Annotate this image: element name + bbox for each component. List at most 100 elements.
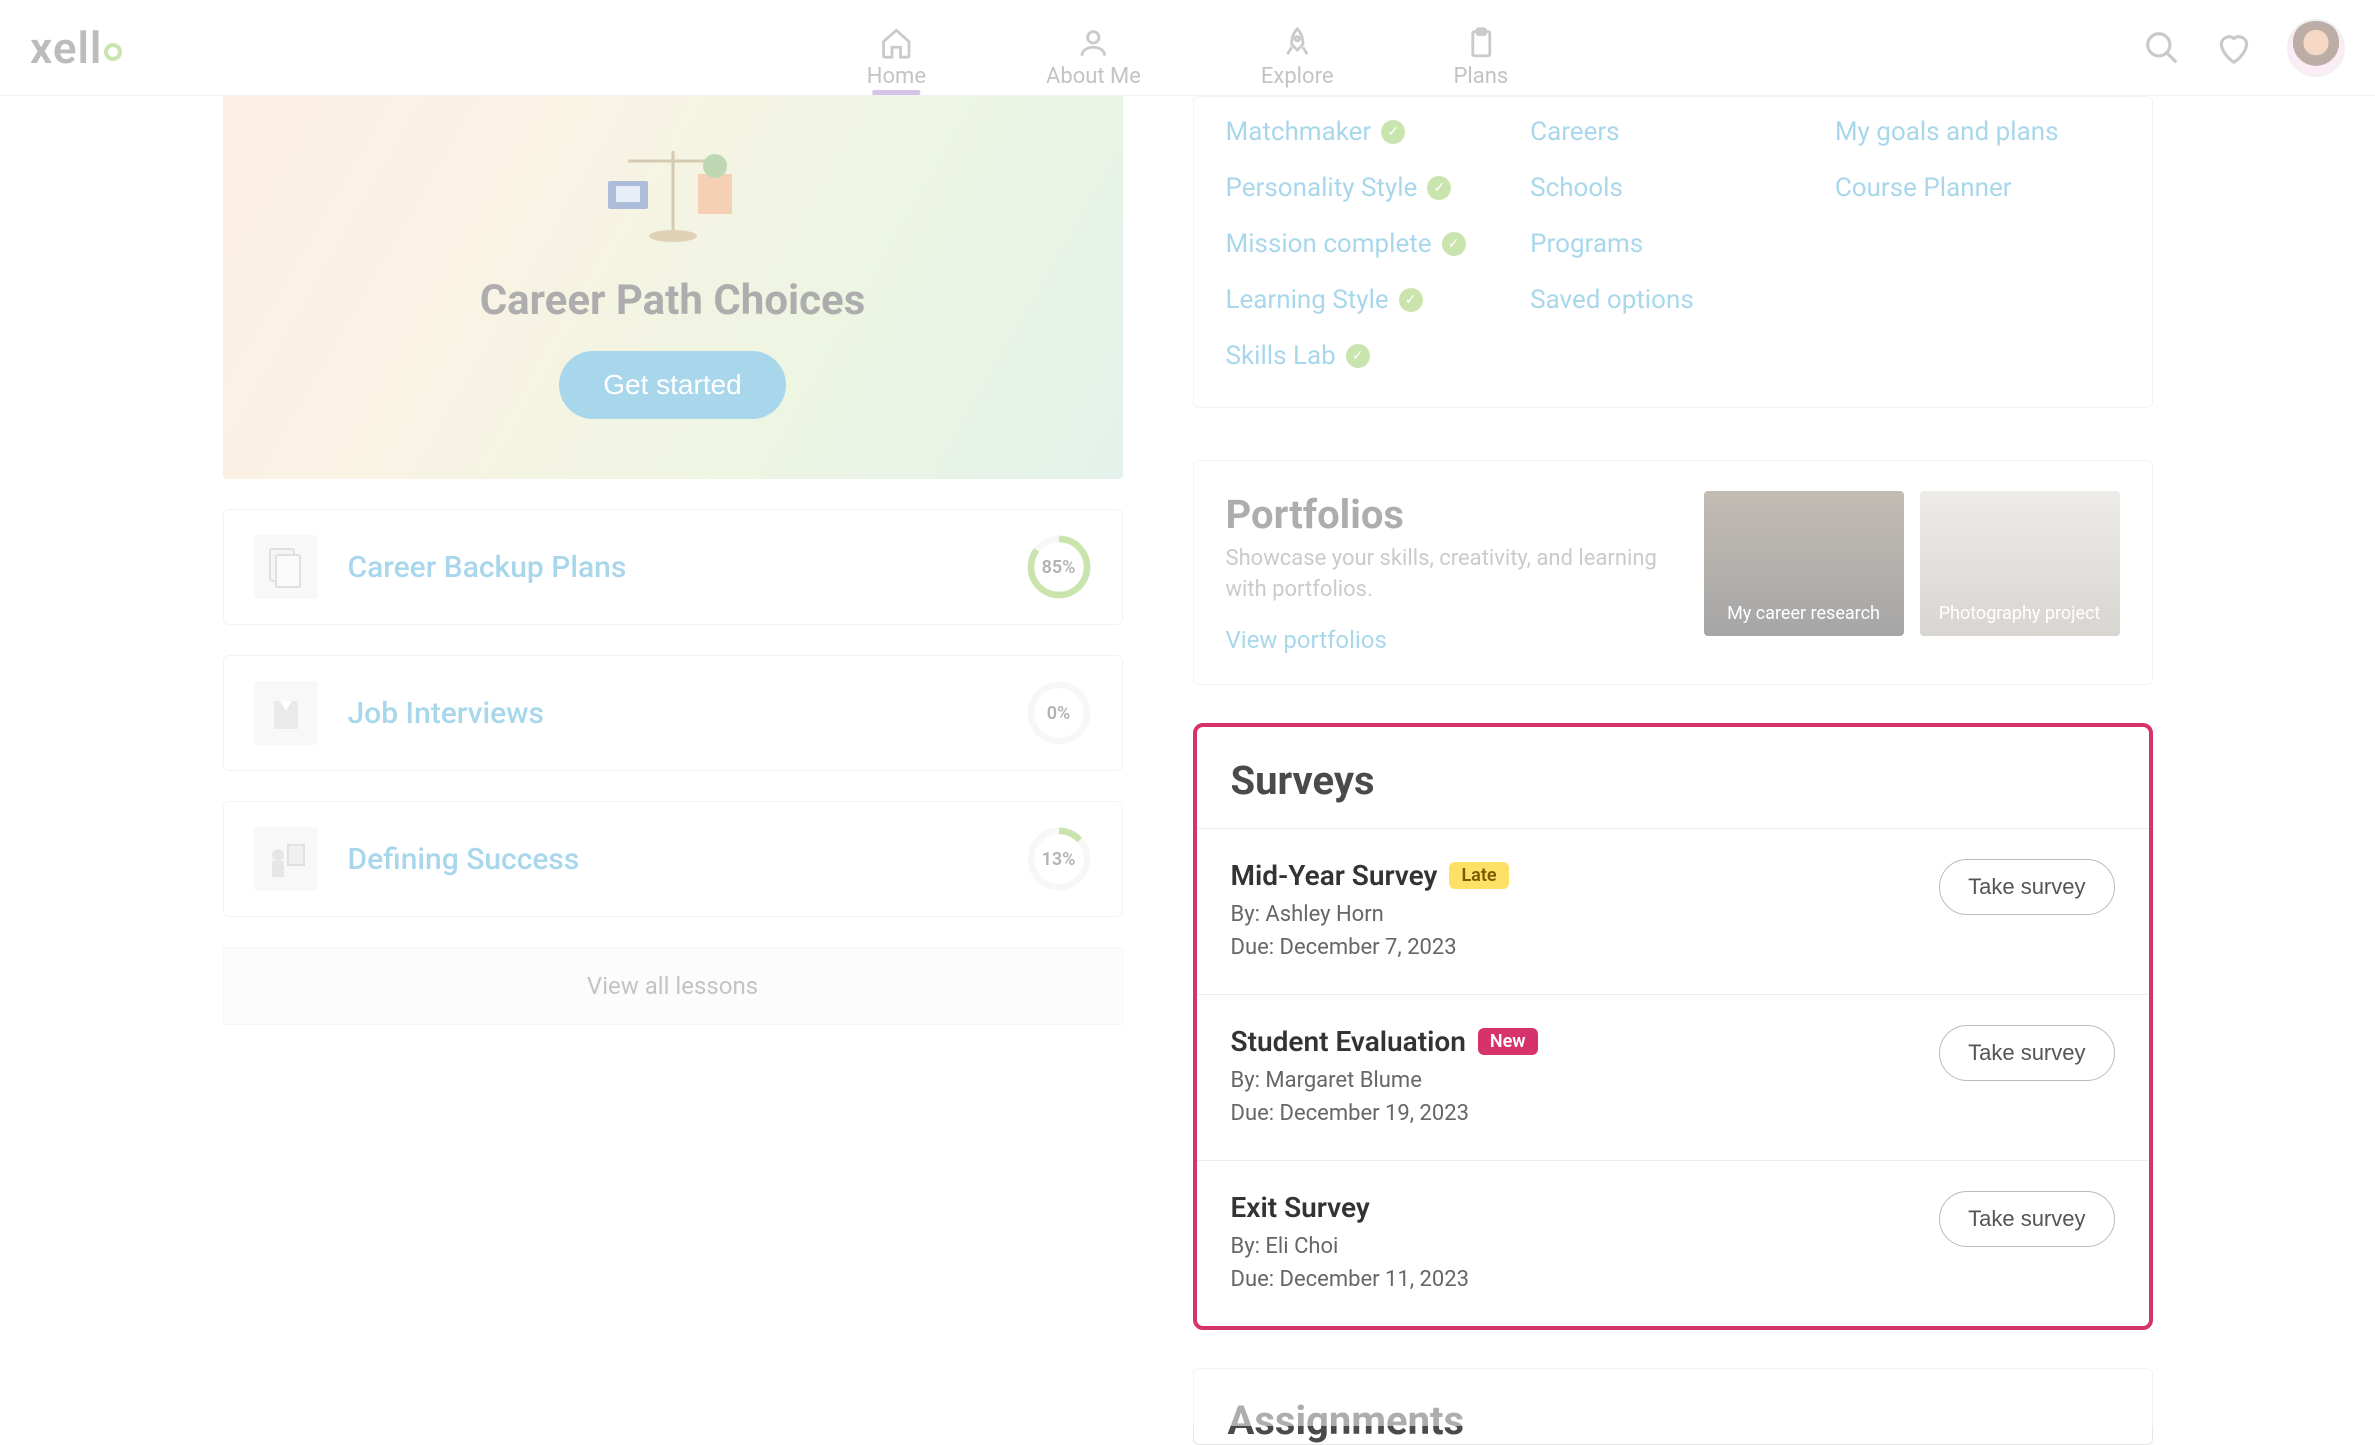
nav-center: Home About Me Explore Plans (867, 0, 1508, 95)
nav-label: Home (867, 64, 926, 89)
documents-icon (254, 535, 318, 599)
lesson-row[interactable]: Job Interviews 0% (223, 655, 1123, 771)
link-label: Saved options (1530, 285, 1694, 315)
logo-text: xell (30, 22, 102, 74)
link-learning-style[interactable]: Learning Style✓ (1226, 285, 1511, 315)
survey-name: Exit Survey (1231, 1191, 1370, 1224)
lesson-row[interactable]: Defining Success 13% (223, 801, 1123, 917)
progress-ring: 0% (1026, 680, 1092, 746)
lesson-row[interactable]: Career Backup Plans 85% (223, 509, 1123, 625)
survey-name-row: Exit Survey (1231, 1191, 1940, 1224)
take-survey-button[interactable]: Take survey (1939, 1191, 2114, 1247)
home-icon (879, 26, 913, 60)
progress-percent: 85% (1026, 534, 1092, 600)
hero-title: Career Path Choices (253, 276, 1093, 325)
link-label: My goals and plans (1835, 117, 2059, 147)
assignments-title: Assignments (1228, 1397, 2118, 1444)
suit-icon (254, 681, 318, 745)
link-mission-complete[interactable]: Mission complete ✓ (1226, 229, 1511, 259)
portfolio-thumbs: My career research Photography project (1704, 491, 2120, 654)
survey-due: Due: December 19, 2023 (1231, 1097, 1940, 1130)
surveys-card: Surveys Mid-Year Survey Late By: Ashley … (1193, 723, 2153, 1330)
check-icon: ✓ (1381, 120, 1405, 144)
survey-item: Exit Survey By: Eli Choi Due: December 1… (1197, 1161, 2149, 1326)
clipboard-icon (1464, 26, 1498, 60)
lesson-link[interactable]: Job Interviews (348, 696, 996, 731)
nav-right (2143, 19, 2345, 77)
logo-dot-icon (104, 43, 122, 61)
nav-home[interactable]: Home (867, 26, 926, 95)
survey-due: Due: December 7, 2023 (1231, 931, 1940, 964)
late-badge: Late (1449, 862, 1508, 889)
view-all-lessons-button[interactable]: View all lessons (223, 947, 1123, 1025)
nav-label: Explore (1261, 64, 1334, 89)
quick-links-card: Matchmaker ✓ Personality Style ✓ Mission c… (1193, 96, 2153, 408)
progress-percent: 0% (1026, 680, 1092, 746)
take-survey-button[interactable]: Take survey (1939, 859, 2114, 915)
surveys-title: Surveys (1231, 757, 2115, 804)
link-saved-options[interactable]: Saved options (1530, 285, 1815, 315)
surveys-header: Surveys (1197, 727, 2149, 829)
top-nav: xell Home About Me Explore Plans (0, 0, 2375, 96)
link-label: Mission complete (1226, 229, 1432, 259)
rocket-icon (1280, 26, 1314, 60)
progress-ring: 85% (1026, 534, 1092, 600)
link-label: Skills Lab (1226, 341, 1336, 371)
lesson-link[interactable]: Defining Success (348, 842, 996, 877)
take-survey-button[interactable]: Take survey (1939, 1025, 2114, 1081)
nav-about-me[interactable]: About Me (1046, 26, 1141, 95)
portfolios-desc: Showcase your skills, creativity, and le… (1226, 544, 1674, 606)
link-label: Careers (1530, 117, 1619, 147)
survey-name: Mid-Year Survey (1231, 859, 1438, 892)
portfolios-card: Portfolios Showcase your skills, creativ… (1193, 460, 2153, 685)
presentation-icon (254, 827, 318, 891)
portfolio-thumb[interactable]: My career research (1704, 491, 1904, 636)
main: Career Path Choices Get started Career B… (0, 96, 2375, 1445)
new-badge: New (1478, 1028, 1538, 1055)
search-icon[interactable] (2143, 29, 2181, 67)
survey-by: By: Margaret Blume (1231, 1064, 1940, 1097)
survey-by: By: Ashley Horn (1231, 898, 1940, 931)
nav-label: Plans (1454, 64, 1509, 89)
link-skills-lab[interactable]: Skills Lab✓ (1226, 341, 1511, 371)
nav-plans[interactable]: Plans (1454, 26, 1509, 95)
progress-ring: 13% (1026, 826, 1092, 892)
survey-by: By: Eli Choi (1231, 1230, 1940, 1263)
link-my-goals[interactable]: My goals and plans (1835, 117, 2120, 147)
nav-label: About Me (1046, 64, 1141, 89)
get-started-button[interactable]: Get started (559, 351, 786, 419)
heart-icon[interactable] (2215, 29, 2253, 67)
progress-percent: 13% (1026, 826, 1092, 892)
hero-card: Career Path Choices Get started (223, 96, 1123, 479)
survey-item: Mid-Year Survey Late By: Ashley Horn Due… (1197, 829, 2149, 995)
link-careers[interactable]: Careers (1530, 117, 1815, 147)
survey-due: Due: December 11, 2023 (1231, 1263, 1940, 1296)
links-col: Matchmaker ✓ Personality Style ✓ Mission c… (1226, 117, 1511, 371)
avatar[interactable] (2287, 19, 2345, 77)
check-icon: ✓ (1427, 176, 1451, 200)
hero-illustration (598, 136, 748, 256)
column-left: Career Path Choices Get started Career B… (223, 96, 1123, 1445)
survey-info: Exit Survey By: Eli Choi Due: December 1… (1231, 1191, 1940, 1296)
link-schools[interactable]: Schools (1530, 173, 1815, 203)
lesson-link[interactable]: Career Backup Plans (348, 550, 996, 585)
column-right: Matchmaker ✓ Personality Style ✓ Mission c… (1193, 96, 2153, 1445)
person-icon (1076, 26, 1110, 60)
portfolios-title: Portfolios (1226, 491, 1674, 538)
portfolios-text: Portfolios Showcase your skills, creativ… (1226, 491, 1674, 654)
survey-info: Mid-Year Survey Late By: Ashley Horn Due… (1231, 859, 1940, 964)
view-portfolios-link[interactable]: View portfolios (1226, 626, 1674, 654)
link-label: Schools (1530, 173, 1623, 203)
link-programs[interactable]: Programs (1530, 229, 1815, 259)
nav-explore[interactable]: Explore (1261, 26, 1334, 95)
portfolio-thumb[interactable]: Photography project (1920, 491, 2120, 636)
check-icon: ✓ (1442, 232, 1466, 256)
link-label: Matchmaker (1226, 117, 1372, 147)
link-personality-style[interactable]: Personality Style ✓ (1226, 173, 1511, 203)
logo[interactable]: xell (30, 22, 122, 74)
link-label: Personality Style (1226, 173, 1418, 203)
links-col: Careers Schools Programs Saved options (1530, 117, 1815, 371)
link-course-planner[interactable]: Course Planner (1835, 173, 2120, 203)
link-label: Learning Style (1226, 285, 1389, 315)
link-matchmaker[interactable]: Matchmaker ✓ (1226, 117, 1511, 147)
